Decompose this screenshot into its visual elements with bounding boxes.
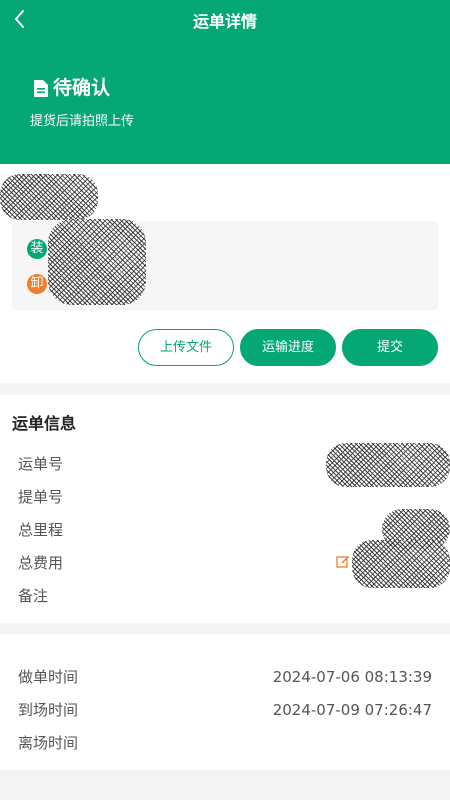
section-title: 运单信息 [12,414,77,433]
time-info-card: 做单时间 2024-07-06 08:13:39 到场时间 2024-07-09… [0,634,450,770]
upload-file-button[interactable]: 上传文件 [138,329,234,366]
submit-button[interactable]: 提交 [342,329,438,366]
route-card: 装 卸 上传文件 运输进度 提交 [0,164,450,383]
company-name-redacted [0,174,98,220]
document-icon [34,79,48,97]
total-fee-label: 总费用 [18,554,64,572]
waybill-info-card: 运单信息 运单号 提单号 总里程 总费用 备注 [0,395,450,623]
status-row: 待确认 [34,76,110,100]
header: 运单详情 待确认 提货后请拍照上传 [0,0,450,164]
page-title: 运单详情 [192,12,257,31]
mileage-label: 总里程 [18,521,64,539]
unload-badge: 卸 [27,274,47,294]
remark-label: 备注 [18,587,49,605]
edit-icon[interactable] [336,555,350,569]
create-time-value: 2024-07-06 08:13:39 [272,668,432,686]
total-fee-value-redacted [352,540,450,588]
departure-time-label: 离场时间 [18,734,79,752]
arrival-time-value: 2024-07-09 07:26:47 [272,701,432,719]
bill-no-label: 提单号 [18,488,64,506]
arrival-time-label: 到场时间 [18,701,79,719]
route-box: 装 卸 [12,219,438,310]
status-title: 待确认 [53,77,111,99]
status-subtitle: 提货后请拍照上传 [30,114,135,129]
transport-progress-button[interactable]: 运输进度 [240,329,336,366]
route-address-redacted [48,219,146,305]
waybill-no-value-redacted [326,443,450,487]
waybill-no-label: 运单号 [18,455,64,473]
load-badge: 装 [27,239,47,259]
create-time-label: 做单时间 [18,668,79,686]
